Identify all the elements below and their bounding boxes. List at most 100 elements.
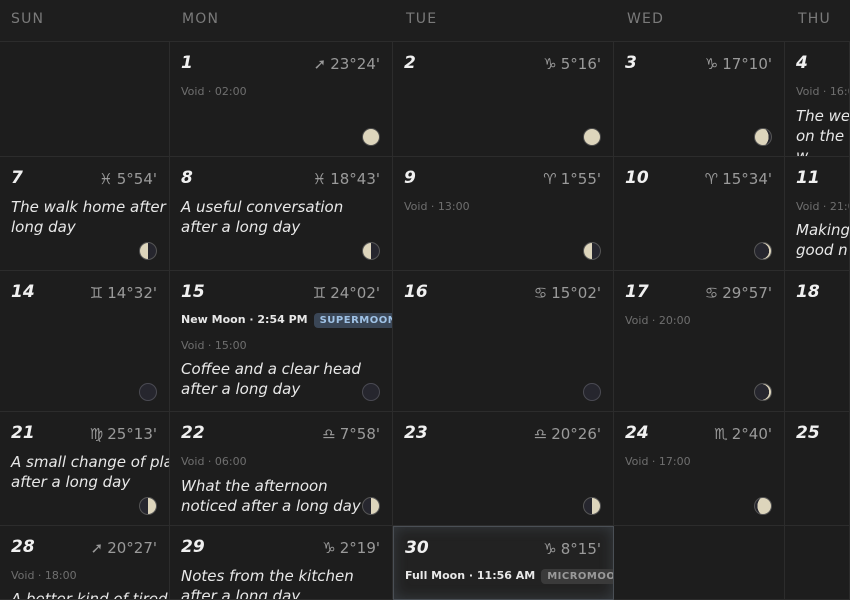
- zodiac-sign-icon: ♓: [99, 170, 113, 188]
- zodiac-sign-icon: ♎: [533, 425, 548, 443]
- day-number: 10: [625, 168, 649, 188]
- moon-phase-icon: [583, 128, 601, 146]
- void-of-course: Void · 17:00: [625, 455, 691, 468]
- moon-position: ♑ 5°16': [543, 55, 601, 73]
- day-cell-8[interactable]: 8 ♓ 18°43' A useful conversation after a lo…: [170, 157, 393, 271]
- day-number: 28: [11, 537, 35, 557]
- degree-value: 14°32': [107, 284, 157, 302]
- day-number: 30: [405, 538, 429, 558]
- day-note[interactable]: A small change of plan after a long day: [11, 452, 169, 492]
- weekday-thu: THU: [798, 11, 831, 27]
- zodiac-sign-icon: ♈: [704, 170, 719, 188]
- moon-position: ♑ 8°15': [543, 540, 601, 558]
- day-cell-21[interactable]: 21 ♍ 25°13' A small change of plan after a …: [0, 412, 170, 526]
- day-cell-7[interactable]: 7 ♓ 5°54' The walk home after a long day: [0, 157, 170, 271]
- moon-phase-icon: [362, 383, 380, 401]
- zodiac-sign-icon: ♑: [543, 540, 557, 558]
- empty-day-cell[interactable]: [785, 526, 850, 600]
- zodiac-sign-icon: ♋: [704, 284, 719, 302]
- moon-phase-icon: [362, 128, 380, 146]
- day-cell-11[interactable]: 11 Void · 21:0 Making good n: [785, 157, 850, 271]
- zodiac-sign-icon: ♏: [714, 425, 728, 443]
- day-number: 8: [181, 168, 193, 188]
- day-note[interactable]: A useful conversation after a long day: [181, 197, 361, 237]
- void-of-course: Void · 18:00: [11, 569, 77, 582]
- moon-position: ♈ 1°55': [543, 170, 601, 188]
- zodiac-sign-icon: ♋: [533, 284, 548, 302]
- zodiac-sign-icon: ♑: [322, 539, 336, 557]
- day-note[interactable]: Coffee and a clear head after a long day: [181, 359, 361, 399]
- day-cell-14[interactable]: 14 ♊ 14°32': [0, 271, 170, 412]
- day-number: 25: [796, 423, 820, 443]
- void-of-course: Void · 15:00: [181, 339, 247, 352]
- day-number: 23: [404, 423, 428, 443]
- day-cell-3[interactable]: 3 ♑ 17°10': [614, 42, 785, 157]
- void-of-course: Void · 16:0: [796, 85, 850, 98]
- day-cell-10[interactable]: 10 ♈ 15°34': [614, 157, 785, 271]
- moon-position: ♎ 7°58': [322, 425, 380, 443]
- empty-day-cell[interactable]: [614, 526, 785, 600]
- moon-badge: SUPERMOON: [313, 313, 392, 328]
- moon-event-label: New Moon · 2:54 PM: [181, 313, 308, 326]
- moon-phase-icon: [362, 242, 380, 260]
- moon-position: ♑ 2°19': [322, 539, 380, 557]
- day-note[interactable]: A better kind of tired: [11, 589, 169, 599]
- moon-phase-icon: [583, 383, 601, 401]
- degree-value: 5°16': [560, 55, 601, 73]
- day-cell-15[interactable]: 15 ♊ 24°02' New Moon · 2:54 PM SUPERMOON Void…: [170, 271, 393, 412]
- day-note[interactable]: What the afternoon noticed after a long …: [181, 476, 361, 516]
- void-of-course: Void · 13:00: [404, 200, 470, 213]
- day-cell-18[interactable]: 18: [785, 271, 850, 412]
- moon-position: ♓ 5°54': [99, 170, 157, 188]
- degree-value: 29°57': [722, 284, 772, 302]
- day-cell-23[interactable]: 23 ♎ 20°26': [393, 412, 614, 526]
- day-note[interactable]: The walk home after a long day: [11, 197, 169, 237]
- day-note[interactable]: Notes from the kitchen after a long day: [181, 566, 361, 599]
- moon-phase-icon: [139, 242, 157, 260]
- day-number: 7: [11, 168, 23, 188]
- day-number: 2: [404, 53, 416, 73]
- moon-position: ♑ 17°10': [705, 55, 772, 73]
- empty-day-cell[interactable]: [0, 42, 170, 157]
- zodiac-sign-icon: ♎: [322, 425, 336, 443]
- moon-event-label: Full Moon · 11:56 AM: [405, 569, 536, 582]
- degree-value: 18°43': [330, 170, 380, 188]
- day-cell-30[interactable]: 30 ♑8°15' Full Moon · 11:56 AM MICROMOON: [393, 526, 614, 600]
- zodiac-sign-icon: ♊: [312, 284, 327, 302]
- void-of-course: Void · 06:00: [181, 455, 247, 468]
- moon-phase-icon: [139, 383, 157, 401]
- day-cell-1[interactable]: 1 ➚ 23°24' Void · 02:00: [170, 42, 393, 157]
- day-cell-9[interactable]: 9 ♈ 1°55' Void · 13:00: [393, 157, 614, 271]
- day-cell-16[interactable]: 16 ♋ 15°02': [393, 271, 614, 412]
- day-cell-2[interactable]: 2 ♑ 5°16': [393, 42, 614, 157]
- day-number: 18: [796, 282, 820, 302]
- degree-value: 20°27': [107, 539, 157, 557]
- day-number: 29: [181, 537, 205, 557]
- degree-value: 25°13': [107, 425, 157, 443]
- moon-position: ♊ 24°02': [313, 284, 380, 302]
- void-of-course: Void · 21:0: [796, 200, 850, 213]
- day-cell-24[interactable]: 24 ♏ 2°40' Void · 17:00: [614, 412, 785, 526]
- day-cell-4[interactable]: 4 Void · 16:0 The we on the w: [785, 42, 850, 157]
- day-cell-22[interactable]: 22 ♎ 7°58' Void · 06:00 What the afternoon n…: [170, 412, 393, 526]
- moon-phase-icon: [139, 497, 157, 515]
- day-cell-17[interactable]: 17 ♋ 29°57' Void · 20:00: [614, 271, 785, 412]
- degree-value: 1°55': [560, 170, 601, 188]
- moon-event: Full Moon · 11:56 AM MICROMOON: [405, 569, 613, 584]
- zodiac-sign-icon: ➚: [313, 55, 327, 73]
- moon-phase-icon: [754, 383, 772, 401]
- day-number: 14: [11, 282, 35, 302]
- day-note[interactable]: The we on the w: [796, 106, 849, 156]
- zodiac-sign-icon: ➚: [90, 539, 104, 557]
- day-number: 9: [404, 168, 416, 188]
- day-number: 4: [796, 53, 808, 73]
- day-cell-25[interactable]: 25: [785, 412, 850, 526]
- day-number: 21: [11, 423, 35, 443]
- day-note[interactable]: Making good n: [796, 220, 849, 260]
- moon-position: ♋ 29°57': [705, 284, 772, 302]
- day-cell-28[interactable]: 28 ➚ 20°27' Void · 18:00 A better kind of ti…: [0, 526, 170, 600]
- day-cell-29[interactable]: 29 ♑ 2°19' Notes from the kitchen after a l…: [170, 526, 393, 600]
- degree-value: 5°54': [116, 170, 157, 188]
- day-number: 15: [181, 282, 205, 302]
- weekday-wed: WED: [627, 11, 665, 27]
